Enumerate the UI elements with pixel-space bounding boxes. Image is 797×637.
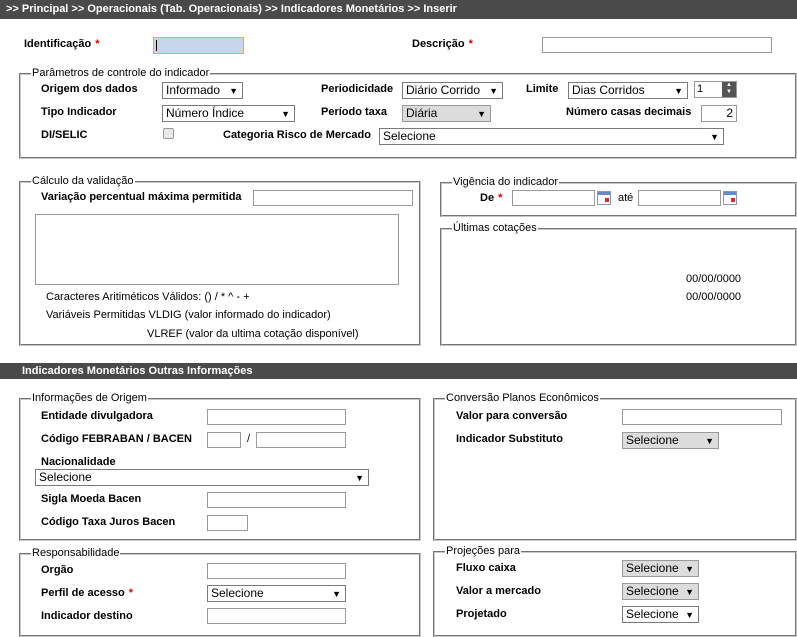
chevron-down-icon: ▼ (685, 610, 694, 620)
limite-select[interactable]: Dias Corridos ▼ (568, 82, 688, 99)
variacao-label: Variação percentual máxima permitida (41, 191, 242, 203)
fluxo-caixa-label: Fluxo caixa (456, 562, 516, 574)
febraban-input[interactable] (207, 432, 241, 448)
spinner-arrows-icon[interactable]: ▲ ▼ (722, 82, 736, 97)
categoria-risco-label: Categoria Risco de Mercado (223, 129, 371, 141)
cotacao-date: 00/00/0000 (686, 291, 742, 303)
formula-textarea[interactable] (35, 214, 399, 285)
chevron-down-icon: ▼ (705, 436, 714, 446)
parametros-legend: Parâmetros de controle do indicador (32, 67, 210, 79)
identificacao-label: Identificação * (24, 38, 100, 50)
chevron-down-icon: ▼ (489, 86, 498, 96)
codigo-taxa-input[interactable] (207, 515, 248, 531)
identificacao-input[interactable] (153, 37, 244, 54)
nacionalidade-label: Nacionalidade (41, 456, 116, 468)
periodo-taxa-select[interactable]: Diária ▼ (402, 105, 491, 122)
limite-label: Limite (526, 83, 559, 95)
codigo-taxa-label: Código Taxa Juros Bacen (41, 516, 176, 528)
nacionalidade-select[interactable]: Selecione ▼ (35, 469, 369, 486)
valor-mercado-select[interactable]: Selecione ▼ (622, 583, 699, 600)
perfil-acesso-select[interactable]: Selecione ▼ (207, 585, 346, 602)
indicador-destino-label: Indicador destino (41, 610, 133, 622)
descricao-input[interactable] (542, 37, 772, 53)
vigencia-legend: Vigência do indicador (453, 176, 558, 188)
sigla-moeda-label: Sigla Moeda Bacen (41, 493, 142, 505)
casas-decimais-input[interactable]: 2 (701, 105, 737, 122)
vigencia-ate-input[interactable] (638, 190, 721, 206)
origem-label: Origem dos dados (41, 83, 138, 95)
variaveis-permitidas-text: Variáveis Permitidas VLDIG (valor inform… (46, 309, 331, 321)
orgao-input[interactable] (207, 563, 346, 579)
ate-label: até (618, 192, 634, 204)
indicador-substituto-select[interactable]: Selecione ▼ (622, 432, 719, 449)
entidade-label: Entidade divulgadora (41, 410, 153, 422)
projetado-select[interactable]: Selecione ▼ (622, 606, 699, 623)
cotacoes-legend: Últimas cotações (453, 222, 537, 234)
calculo-legend: Cálculo da validação (32, 175, 134, 187)
casas-decimais-label: Número casas decimais (566, 106, 692, 118)
variacao-input[interactable] (253, 190, 413, 206)
indicador-destino-input[interactable] (207, 608, 346, 624)
bacen-input[interactable] (256, 432, 346, 448)
projecoes-legend: Projeções para (446, 545, 520, 557)
cotacao-date: 00/00/0000 (686, 273, 742, 285)
chevron-down-icon: ▼ (229, 86, 238, 96)
chevron-down-icon: ▼ (674, 86, 683, 96)
entidade-input[interactable] (207, 409, 346, 425)
chevron-down-icon: ▼ (477, 109, 486, 119)
chevron-down-icon: ▼ (710, 132, 719, 142)
sigla-moeda-input[interactable] (207, 492, 346, 508)
descricao-label: Descrição * (412, 38, 473, 50)
tipo-indicador-label: Tipo Indicador (41, 106, 117, 118)
vlref-text: VLREF (valor da ultima cotação disponíve… (147, 328, 359, 340)
chevron-down-icon: ▼ (281, 109, 290, 119)
orgao-label: Orgão (41, 564, 74, 576)
febraban-slash: / (247, 433, 251, 445)
outras-informacoes-bar: Indicadores Monetários Outras Informaçõe… (0, 363, 797, 379)
responsabilidade-legend: Responsabilidade (32, 547, 120, 559)
chevron-down-icon: ▼ (685, 564, 694, 574)
calendar-icon[interactable] (597, 191, 611, 205)
limite-number-spinner[interactable]: 1 ▲ ▼ (694, 81, 737, 98)
tipo-indicador-select[interactable]: Número Índice ▼ (162, 105, 295, 122)
projetado-label: Projetado (456, 608, 507, 620)
valor-conversao-input[interactable] (622, 409, 782, 425)
informacoes-origem-legend: Informações de Origem (32, 392, 147, 404)
origem-select[interactable]: Informado ▼ (162, 82, 243, 99)
breadcrumb: >> Principal >> Operacionais (Tab. Opera… (0, 0, 797, 19)
calendar-icon[interactable] (723, 191, 737, 205)
valor-mercado-label: Valor a mercado (456, 585, 541, 597)
categoria-risco-select[interactable]: Selecione ▼ (379, 128, 724, 145)
indicador-substituto-label: Indicador Substituto (456, 433, 563, 445)
chevron-down-icon: ▼ (685, 587, 694, 597)
conversao-legend: Conversão Planos Econômicos (446, 392, 599, 404)
fluxo-caixa-select[interactable]: Selecione ▼ (622, 560, 699, 577)
chevron-down-icon: ▼ (332, 589, 341, 599)
periodicidade-select[interactable]: Diário Corrido ▼ (402, 82, 503, 99)
periodicidade-label: Periodicidade (321, 83, 394, 95)
de-label: De * (480, 192, 503, 204)
febraban-label: Código FEBRABAN / BACEN (41, 433, 192, 445)
chevron-down-icon: ▼ (355, 473, 364, 483)
perfil-acesso-label: Perfil de acesso * (41, 587, 134, 599)
periodo-taxa-label: Período taxa (321, 106, 388, 118)
diselic-checkbox[interactable] (163, 128, 174, 139)
diselic-label: DI/SELIC (41, 129, 88, 141)
cotacoes-fieldset: Últimas cotações (440, 223, 797, 346)
caracteres-validos-text: Caracteres Aritiméticos Válidos: () / * … (46, 291, 250, 303)
valor-conversao-label: Valor para conversão (456, 410, 568, 422)
vigencia-de-input[interactable] (512, 190, 595, 206)
